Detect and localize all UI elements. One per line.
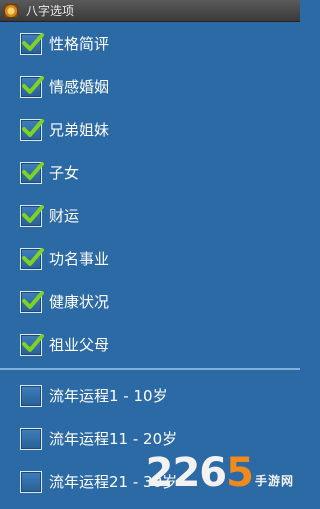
checkmark-icon — [22, 161, 44, 180]
option-row-health[interactable]: 健康状况 — [0, 280, 300, 323]
option-label: 兄弟姐妹 — [49, 121, 110, 139]
option-row-children[interactable]: 子女 — [0, 151, 300, 194]
option-row-personality[interactable]: 性格简评 — [0, 22, 300, 65]
option-row-fortune-21-30[interactable]: 流年运程21 - 30岁 — [0, 460, 300, 503]
option-row-career[interactable]: 功名事业 — [0, 237, 300, 280]
title-bar: 八字选项 — [0, 0, 300, 22]
option-label: 性格简评 — [49, 35, 110, 53]
option-label: 财运 — [49, 207, 80, 225]
checkmark-icon — [22, 204, 44, 223]
checkbox[interactable] — [20, 161, 44, 184]
option-row-siblings[interactable]: 兄弟姐妹 — [0, 108, 300, 151]
option-row-wealth[interactable]: 财运 — [0, 194, 300, 237]
section-divider — [0, 368, 300, 370]
checkbox[interactable] — [20, 470, 42, 493]
checkbox[interactable] — [20, 427, 42, 450]
option-row-ancestry[interactable]: 祖业父母 — [0, 323, 300, 366]
option-label: 子女 — [49, 164, 80, 182]
checkbox[interactable] — [20, 247, 44, 270]
option-label: 流年运程1 - 10岁 — [49, 387, 168, 405]
option-label: 功名事业 — [49, 250, 110, 268]
checkbox[interactable] — [20, 118, 44, 141]
option-label: 情感婚姻 — [49, 78, 110, 96]
checkmark-icon — [22, 118, 44, 137]
checkbox[interactable] — [20, 290, 44, 313]
checkmark-icon — [22, 247, 44, 266]
checkbox[interactable] — [20, 384, 42, 407]
option-row-fortune-11-20[interactable]: 流年运程11 - 20岁 — [0, 417, 300, 460]
checkbox[interactable] — [20, 204, 44, 227]
checkbox[interactable] — [20, 75, 44, 98]
app-icon — [4, 3, 18, 18]
checkmark-icon — [22, 333, 44, 352]
checkmark-icon — [22, 290, 44, 309]
option-label: 健康状况 — [49, 293, 110, 311]
checkmark-icon — [22, 32, 44, 51]
checkbox[interactable] — [20, 333, 44, 356]
options-list: 性格简评 情感婚姻 兄弟姐妹 子女 财运 功名事业 健康状况 祖业父母 流年运程… — [0, 22, 300, 503]
checkmark-icon — [22, 75, 44, 94]
window-title: 八字选项 — [26, 4, 75, 18]
option-row-fortune-1-10[interactable]: 流年运程1 - 10岁 — [0, 374, 300, 417]
option-label: 祖业父母 — [49, 336, 110, 354]
option-label: 流年运程11 - 20岁 — [49, 430, 178, 448]
option-label: 流年运程21 - 30岁 — [49, 473, 178, 491]
option-row-marriage[interactable]: 情感婚姻 — [0, 65, 300, 108]
checkbox[interactable] — [20, 32, 44, 55]
